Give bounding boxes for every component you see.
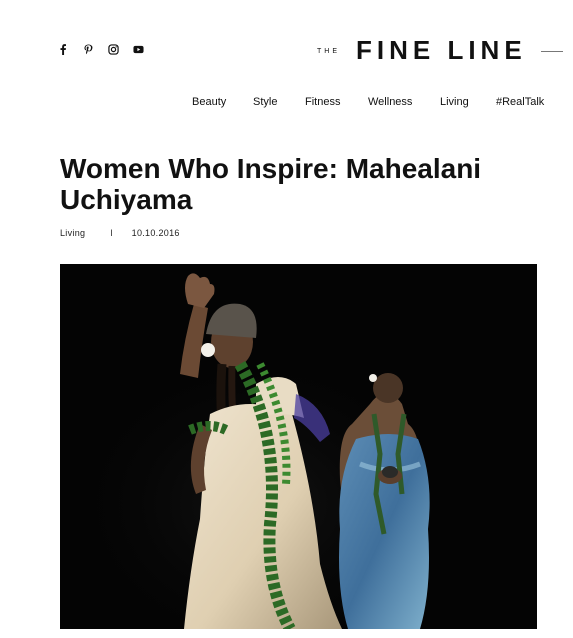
article-hero-photo [60, 264, 537, 629]
nav-item-realtalk[interactable]: #RealTalk [496, 96, 544, 108]
instagram-icon[interactable] [108, 44, 119, 55]
nav-item-wellness[interactable]: Wellness [368, 96, 412, 108]
social-links [58, 44, 144, 55]
logo-rule [540, 50, 563, 52]
site-logo[interactable]: THE FINE LINE [317, 36, 563, 64]
meta-separator: l [110, 228, 113, 238]
article-meta: Living l 10.10.2016 [60, 228, 180, 238]
nav-item-living[interactable]: Living [440, 96, 469, 108]
nav-item-fitness[interactable]: Fitness [305, 96, 340, 108]
youtube-icon[interactable] [133, 44, 144, 55]
pinterest-icon[interactable] [83, 44, 94, 55]
article-title: Women Who Inspire: Mahealani Uchiyama [60, 153, 482, 215]
article-date: 10.10.2016 [131, 228, 180, 238]
logo-prefix: THE [317, 47, 340, 55]
nav-item-beauty[interactable]: Beauty [192, 96, 226, 108]
facebook-icon[interactable] [58, 44, 69, 55]
article-category[interactable]: Living [60, 228, 85, 238]
nav-item-style[interactable]: Style [253, 96, 277, 108]
logo-wordmark: FINE LINE [356, 35, 527, 65]
